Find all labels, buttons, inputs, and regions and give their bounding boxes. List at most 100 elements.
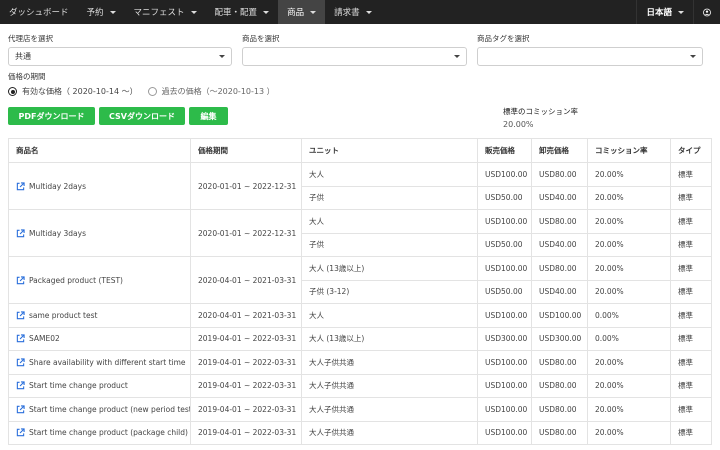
commission-cell: 20.00% [587, 256, 671, 281]
external-link-icon[interactable] [16, 275, 25, 285]
product-link[interactable]: Packaged product (TEST) [16, 276, 183, 285]
radio-past-price[interactable]: 過去の価格（〜2020-10-13 ） [147, 86, 275, 97]
product-name-cell: Share availability with different start … [8, 350, 191, 375]
tag-filter: 商品タグを選択 [477, 33, 703, 66]
product-link[interactable]: Start time change product [16, 381, 183, 390]
language-label: 日本語 [646, 8, 672, 18]
commission-cell: 20.00% [587, 373, 671, 398]
column-header: 価格期間 [190, 138, 302, 163]
nav-item-0[interactable]: ダッシュボード [0, 0, 78, 24]
wholesale-cell: USD80.00 [531, 256, 588, 281]
product-name: Packaged product (TEST) [29, 275, 123, 285]
table-row: Start time change product (package child… [8, 420, 712, 445]
wholesale-cell: USD80.00 [531, 162, 588, 187]
nav-item-3[interactable]: 配車・配置 [206, 0, 279, 24]
product-name-cell: Start time change product [8, 373, 191, 398]
radio-valid-price[interactable]: 有効な価格（ 2020-10-14 〜） [8, 86, 138, 97]
price-period-cell: 2020-01-01 ~ 2022-12-31 [190, 162, 302, 210]
unit-cell: 大人子供共通 [301, 373, 478, 398]
nav-item-1[interactable]: 予約 [78, 0, 125, 24]
agency-select[interactable]: 共通 [8, 47, 232, 66]
price-period-cell: 2019-04-01 ~ 2022-03-31 [190, 326, 302, 351]
language-selector[interactable]: 日本語 [637, 0, 693, 24]
product-link[interactable]: same product test [16, 311, 183, 320]
sale-cell: USD100.00 [477, 420, 532, 445]
commission-value: 20.00% [503, 120, 534, 129]
column-header: 販売価格 [477, 138, 532, 163]
external-link-icon[interactable] [16, 381, 25, 390]
nav-item-5[interactable]: 請求書 [325, 0, 381, 24]
column-header: 卸売価格 [531, 138, 588, 163]
external-link-icon[interactable] [16, 181, 25, 191]
agency-filter: 代理店を選択 共通 [8, 33, 232, 66]
external-link-icon[interactable] [16, 405, 25, 414]
product-link[interactable]: SAME02 [16, 334, 183, 343]
sale-cell: USD50.00 [477, 185, 532, 210]
product-select[interactable] [242, 47, 467, 66]
product-filter-label: 商品を選択 [242, 34, 280, 43]
csv-download-button[interactable]: CSVダウンロード [99, 107, 185, 125]
product-name: Share availability with different start … [29, 357, 186, 367]
unit-cell: 大人 (13歳以上) [301, 256, 478, 281]
chevron-down-icon [263, 10, 270, 14]
unit-cell: 大人子供共通 [301, 397, 478, 422]
edit-button[interactable]: 編集 [189, 107, 228, 125]
product-link[interactable]: Multiday 2days [16, 182, 183, 191]
external-link-icon[interactable] [16, 428, 25, 437]
commission-cell: 20.00% [587, 209, 671, 234]
chevron-down-icon [190, 10, 197, 14]
product-link[interactable]: Multiday 3days [16, 229, 183, 238]
unit-cell: 大人 [301, 303, 478, 328]
column-header: ユニット [301, 138, 478, 163]
external-link-icon[interactable] [16, 334, 25, 343]
price-period-cell: 2020-04-01 ~ 2021-03-31 [190, 303, 302, 328]
commission-cell: 0.00% [587, 303, 671, 328]
product-name-cell: SAME02 [8, 326, 191, 351]
table-body: Multiday 2days 2020-01-01 ~ 2022-12-31 大人 U… [8, 162, 712, 445]
top-navigation: ダッシュボード 予約 マニフェスト 配車・配置 商品 請求書 日本語 [0, 0, 720, 24]
external-link-icon[interactable] [16, 358, 25, 367]
radio-valid-price-label: 有効な価格（ 2020-10-14 〜） [22, 87, 138, 96]
nav-item-2[interactable]: マニフェスト [125, 0, 206, 24]
radio-past-price-label: 過去の価格（〜2020-10-13 ） [161, 87, 275, 96]
commission-cell: 20.00% [587, 279, 671, 304]
nav-item-4[interactable]: 商品 [278, 0, 326, 24]
table-header-row: 商品名 価格期間 ユニット 販売価格 卸売価格 コミッション率 タイプ [8, 138, 712, 163]
sale-cell: USD100.00 [477, 373, 532, 398]
sale-cell: USD100.00 [477, 256, 532, 281]
price-period: 価格の期間 有効な価格（ 2020-10-14 〜） 過去の価格（〜2020-1… [8, 71, 285, 97]
type-cell: 標準 [670, 232, 712, 257]
external-link-icon[interactable] [16, 311, 25, 320]
nav-item-label: ダッシュボード [9, 8, 69, 18]
product-link[interactable]: Share availability with different start … [16, 357, 186, 367]
user-menu-button[interactable] [694, 0, 720, 24]
external-link-icon[interactable] [16, 228, 25, 238]
wholesale-cell: USD40.00 [531, 279, 588, 304]
type-cell: 標準 [670, 256, 712, 281]
wholesale-cell: USD40.00 [531, 185, 588, 210]
price-period-cell: 2020-04-01 ~ 2021-03-31 [190, 256, 302, 304]
unit-cell: 大人 (13歳以上) [301, 326, 478, 351]
commission-label: 標準のコミッション率 [503, 107, 578, 116]
sale-cell: USD50.00 [477, 232, 532, 257]
wholesale-cell: USD100.00 [531, 303, 588, 328]
table-row: Start time change product (new period te… [8, 397, 712, 422]
nav-right: 日本語 [636, 0, 720, 24]
tag-select[interactable] [477, 47, 703, 66]
type-cell: 標準 [670, 303, 712, 328]
commission-cell: 20.00% [587, 397, 671, 422]
wholesale-cell: USD80.00 [531, 420, 588, 445]
pdf-download-button[interactable]: PDFダウンロード [8, 107, 95, 125]
chevron-down-icon [365, 10, 372, 14]
table-row: SAME02 2019-04-01 ~ 2022-03-31 大人 (13歳以上) U… [8, 326, 712, 351]
product-link[interactable]: Start time change product (package child… [16, 428, 188, 437]
type-cell: 標準 [670, 373, 712, 398]
price-period-label: 価格の期間 [8, 72, 46, 81]
user-icon [703, 8, 711, 16]
type-cell: 標準 [670, 209, 712, 234]
unit-cell: 子供 [301, 185, 478, 210]
sale-cell: USD100.00 [477, 397, 532, 422]
product-link[interactable]: Start time change product (new period te… [16, 405, 190, 414]
column-header: 商品名 [8, 138, 191, 163]
type-cell: 標準 [670, 185, 712, 210]
